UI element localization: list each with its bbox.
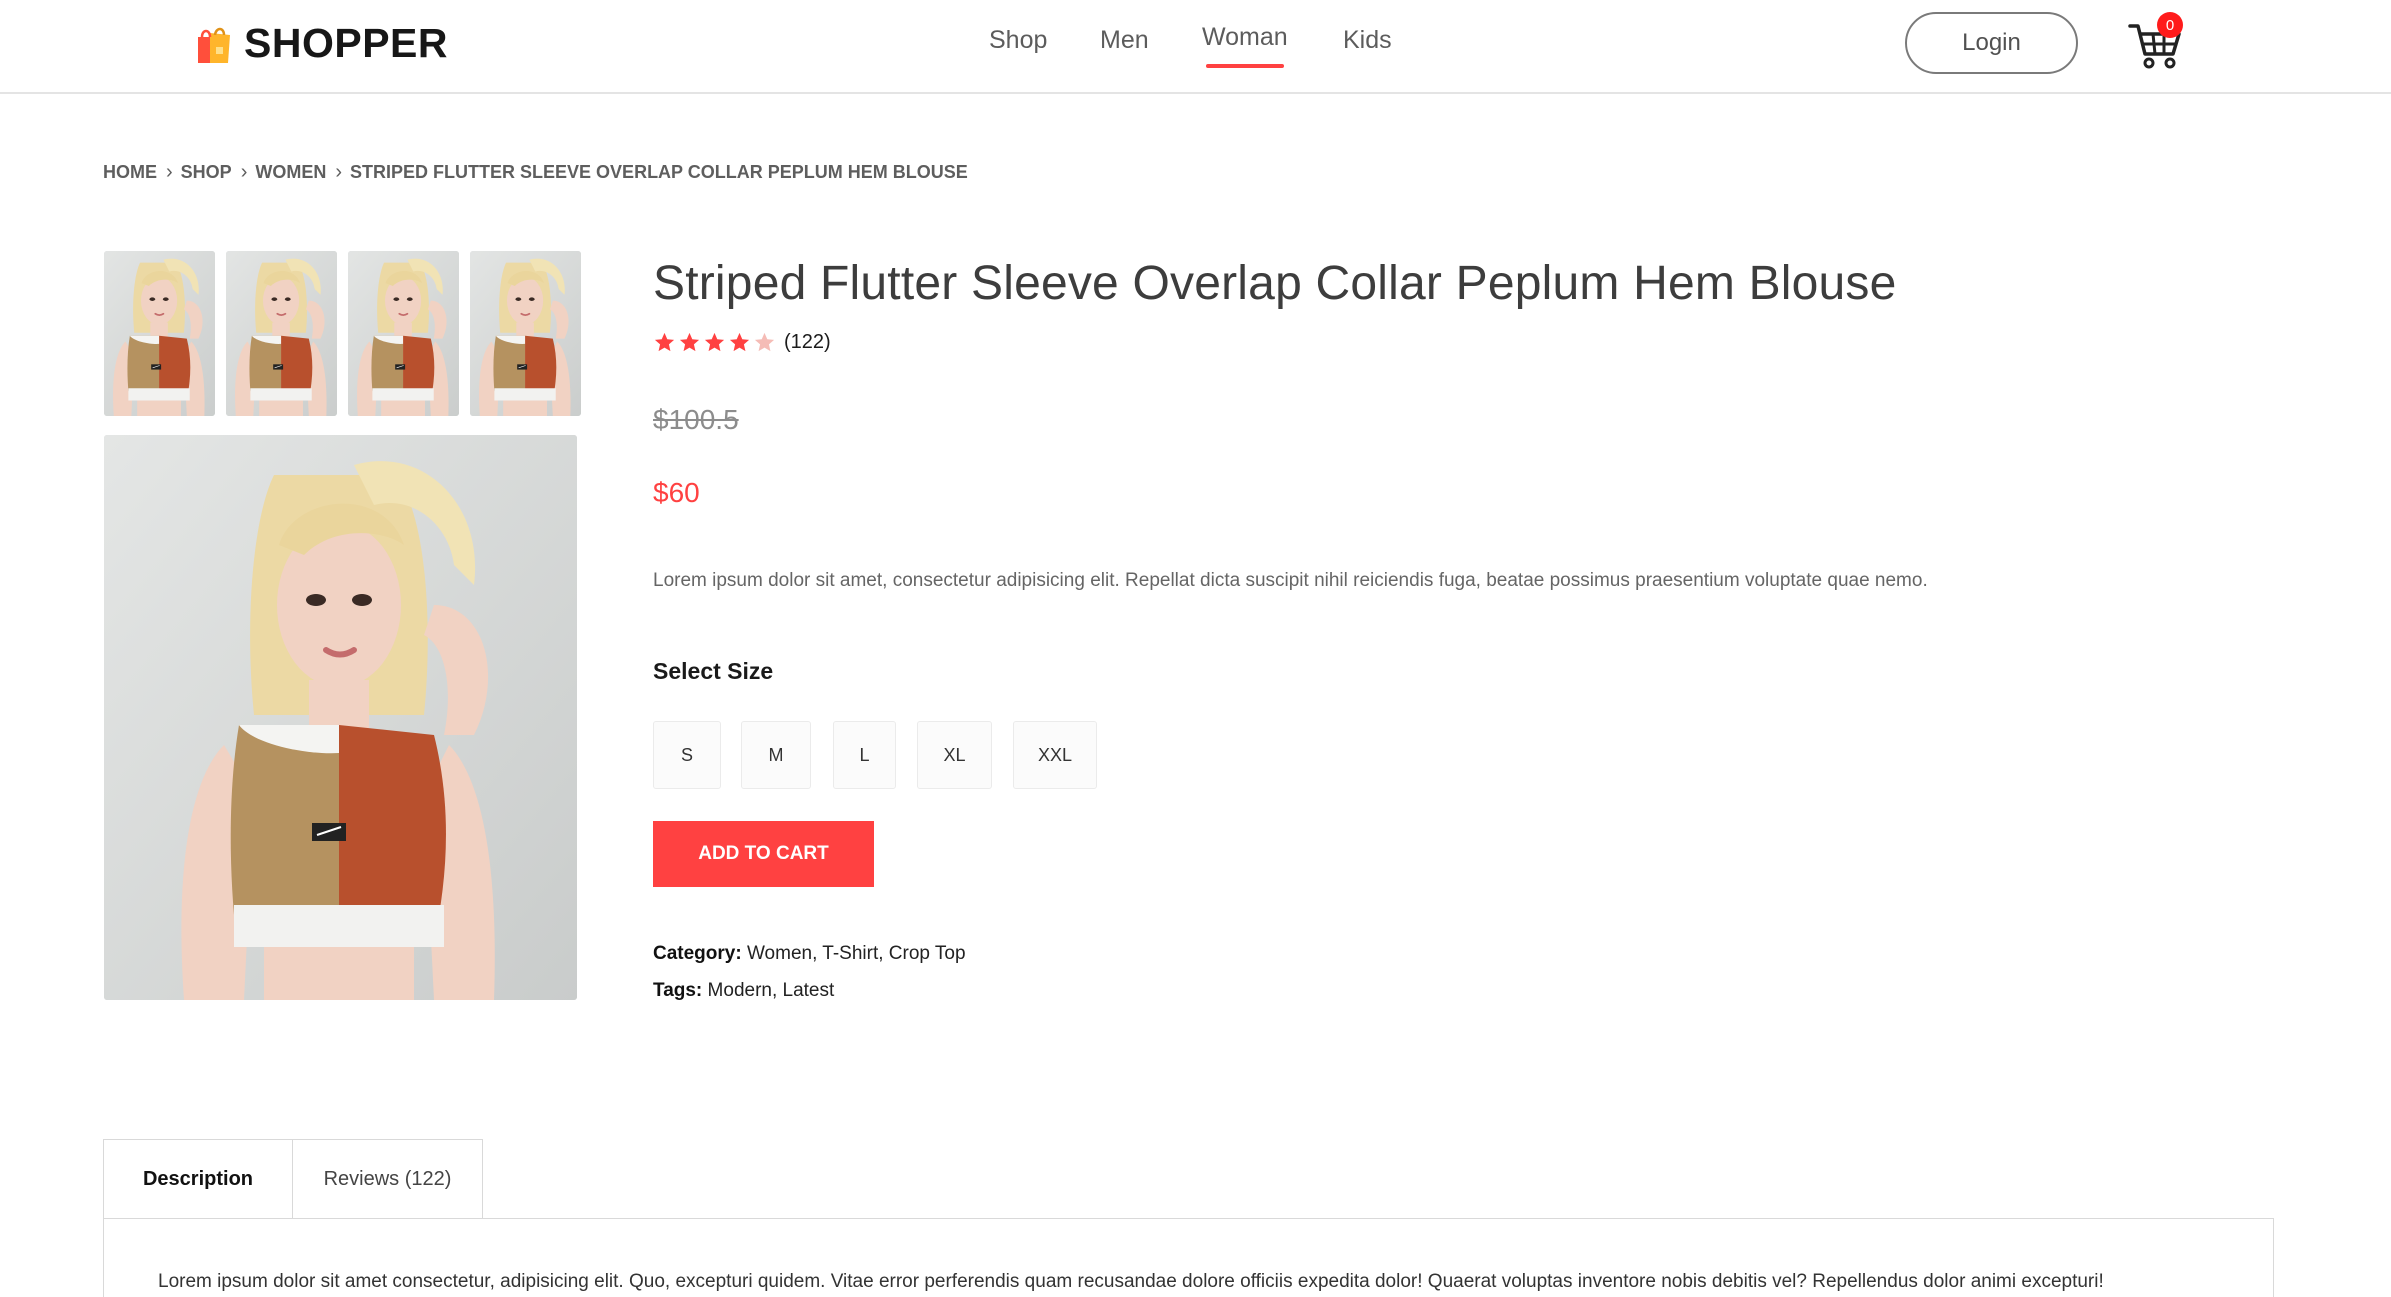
category-label: Category: [653,943,742,964]
tags-value: Modern, Latest [702,980,835,1001]
breadcrumb-product: STRIPED FLUTTER SLEEVE OVERLAP COLLAR PE… [350,162,968,182]
cart-count-badge: 0 [2157,12,2183,38]
size-option-l[interactable]: L [833,721,896,789]
select-size-heading: Select Size [653,658,774,684]
product-thumbnail[interactable] [104,251,215,416]
product-photo [348,251,459,416]
size-option-m[interactable]: M [741,721,811,789]
product-category: Category: Women, T-Shirt, Crop Top [653,943,966,965]
breadcrumb-home[interactable]: HOME [103,162,157,183]
breadcrumb: HOME › SHOP › WOMEN › STRIPED FLUTTER SL… [103,161,968,184]
breadcrumb-women[interactable]: WOMEN [255,162,326,183]
star-filled-icon [704,332,725,352]
nav-kids[interactable]: Kids [1343,26,1392,55]
size-option-xxl[interactable]: XXL [1013,721,1097,789]
description-text: Lorem ipsum dolor sit amet consectetur, … [158,1271,2104,1292]
thumbnail-list [104,251,581,416]
nav-shop[interactable]: Shop [989,26,1047,55]
product-thumbnail[interactable] [226,251,337,416]
login-button[interactable]: Login [1905,12,2078,74]
product-photo [470,251,581,416]
product-photo [104,251,215,416]
review-count: (122) [784,331,831,353]
product-title: Striped Flutter Sleeve Overlap Collar Pe… [653,257,1897,310]
product-thumbnail[interactable] [348,251,459,416]
size-option-xl[interactable]: XL [917,721,992,789]
category-value: Women, T-Shirt, Crop Top [741,943,966,964]
product-thumbnail[interactable] [470,251,581,416]
product-main-image [104,435,577,1000]
star-empty-icon [754,332,775,352]
nav-woman[interactable]: Woman [1202,23,1288,68]
star-filled-icon [729,332,750,352]
product-photo [226,251,337,416]
tab-panel-description: Lorem ipsum dolor sit amet consectetur, … [103,1218,2274,1297]
tags-label: Tags: [653,980,703,1001]
old-price: $100.5 [653,404,739,435]
tab-reviews[interactable]: Reviews (122) [293,1139,483,1219]
chevron-right-icon: › [166,161,173,183]
tab-description[interactable]: Description [103,1139,293,1219]
new-price: $60 [653,477,700,508]
chevron-right-icon: › [335,161,343,183]
product-description: Lorem ipsum dolor sit amet, consectetur … [653,570,1928,591]
product-tabs: Description Reviews (122) [103,1139,483,1219]
product-photo [104,435,577,1000]
star-filled-icon [679,332,700,352]
site-header: SHOPPER Shop Men Woman Kids Login 0 [0,0,2391,94]
product-rating: (122) [653,331,831,354]
nav-men[interactable]: Men [1100,26,1149,55]
breadcrumb-shop[interactable]: SHOP [181,162,232,183]
chevron-right-icon: › [240,161,248,183]
star-rating [653,331,776,354]
add-to-cart-button[interactable]: ADD TO CART [653,821,874,887]
product-tags: Tags: Modern, Latest [653,980,834,1002]
star-filled-icon [654,332,675,352]
size-option-s[interactable]: S [653,721,721,789]
